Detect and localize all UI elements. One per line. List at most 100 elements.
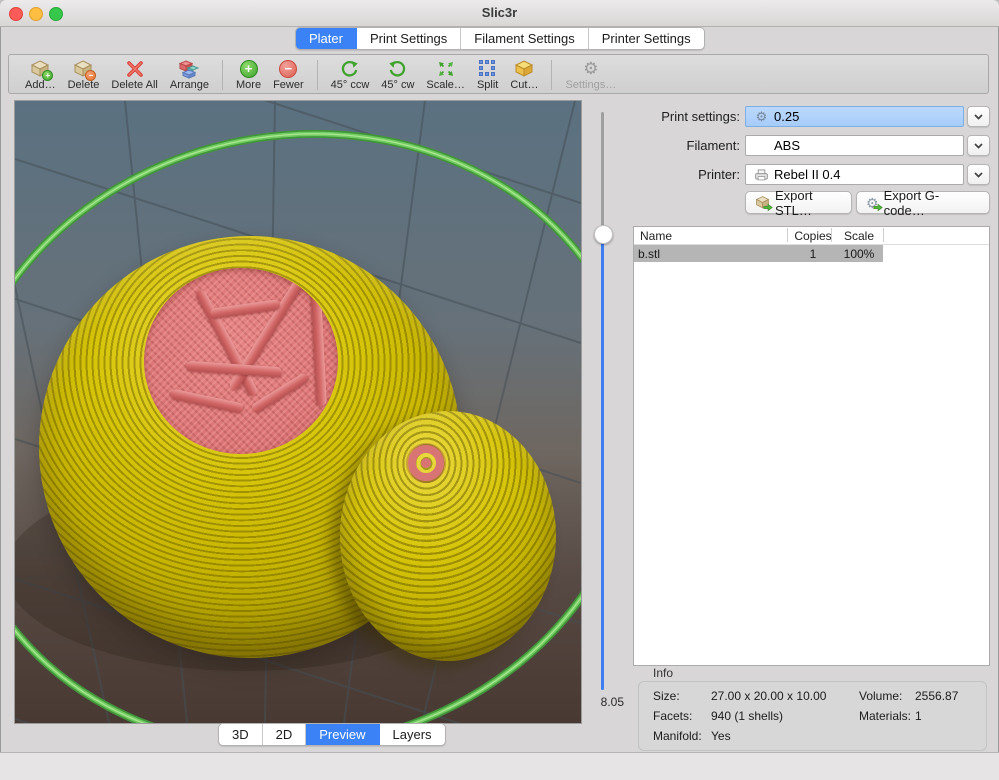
printer-dropdown-button[interactable] bbox=[967, 164, 990, 185]
export-stl-button[interactable]: Export STL… bbox=[745, 191, 852, 214]
export-gcode-icon: ⚙ bbox=[866, 196, 879, 210]
object-scale: 100% bbox=[836, 247, 882, 261]
tab-layers[interactable]: Layers bbox=[380, 724, 445, 745]
print-settings-select[interactable]: ⚙ 0.25 bbox=[745, 106, 964, 127]
title-bar: Slic3r bbox=[0, 0, 999, 27]
printer-label: Printer: bbox=[625, 167, 740, 182]
export-gcode-button[interactable]: ⚙ Export G-code… bbox=[856, 191, 990, 214]
add-button[interactable]: + Add… bbox=[25, 58, 56, 91]
tab-plater[interactable]: Plater bbox=[296, 28, 357, 49]
info-panel: Size: 27.00 x 20.00 x 10.00 Volume: 2556… bbox=[638, 681, 987, 751]
3d-preview-viewport[interactable] bbox=[14, 100, 582, 724]
column-header-scale[interactable]: Scale bbox=[836, 229, 882, 243]
gear-icon: ⚙ bbox=[754, 110, 769, 123]
tab-printer-settings[interactable]: Printer Settings bbox=[589, 28, 704, 49]
facets-value: 940 (1 shells) bbox=[711, 709, 783, 723]
arrange-label: Arrange bbox=[170, 79, 209, 91]
add-box-icon: + bbox=[30, 58, 50, 79]
facets-label: Facets: bbox=[653, 709, 692, 723]
split-button[interactable]: Split bbox=[477, 58, 498, 91]
delete-label: Delete bbox=[68, 79, 100, 91]
add-label: Add… bbox=[25, 79, 56, 91]
rotate-cw-label: 45° cw bbox=[381, 79, 414, 91]
tab-preview[interactable]: Preview bbox=[306, 724, 379, 745]
settings-button[interactable]: ⚙ Settings… bbox=[565, 58, 616, 91]
export-stl-label: Export STL… bbox=[775, 188, 842, 218]
more-button[interactable]: + More bbox=[236, 58, 261, 91]
rotate-ccw-icon bbox=[340, 58, 359, 79]
toolbar-separator bbox=[551, 60, 552, 90]
toolbar-separator bbox=[222, 60, 223, 90]
tab-filament-settings[interactable]: Filament Settings bbox=[461, 28, 588, 49]
printer-icon bbox=[754, 168, 769, 181]
object-name: b.stl bbox=[638, 247, 660, 261]
split-dots-icon bbox=[479, 58, 496, 79]
infill-strut bbox=[170, 388, 244, 413]
manifold-label: Manifold: bbox=[653, 729, 702, 743]
delete-button[interactable]: − Delete bbox=[68, 58, 100, 91]
object-row-selected[interactable]: b.stl 1 100% bbox=[634, 245, 883, 262]
volume-label: Volume: bbox=[859, 689, 902, 703]
status-bar bbox=[0, 752, 999, 780]
rotate-cw-icon bbox=[388, 58, 407, 79]
view-mode-tab-bar: 3D 2D Preview Layers bbox=[218, 723, 446, 746]
plater-toolbar: + Add… − Delete Delete All bbox=[8, 54, 989, 94]
column-header-name[interactable]: Name bbox=[640, 229, 672, 243]
green-arrow-icon bbox=[873, 203, 883, 212]
settings-label: Settings… bbox=[565, 79, 616, 91]
scale-label: Scale… bbox=[426, 79, 465, 91]
delete-all-x-icon bbox=[126, 58, 144, 79]
filament-value: ABS bbox=[774, 138, 800, 153]
main-tab-bar: Plater Print Settings Filament Settings … bbox=[295, 27, 705, 50]
green-arrow-icon bbox=[763, 203, 773, 212]
volume-value: 2556.87 bbox=[915, 689, 958, 703]
size-label: Size: bbox=[653, 689, 680, 703]
column-header-copies[interactable]: Copies bbox=[792, 229, 834, 243]
object-list-table[interactable]: Name Copies Scale b.stl 1 100% bbox=[633, 226, 990, 666]
layer-height-value: 8.05 bbox=[578, 695, 624, 709]
printer-select[interactable]: Rebel II 0.4 bbox=[745, 164, 964, 185]
materials-label: Materials: bbox=[859, 709, 911, 723]
rotate-ccw-label: 45° ccw bbox=[331, 79, 370, 91]
filament-select[interactable]: ABS bbox=[745, 135, 964, 156]
print-settings-dropdown-button[interactable] bbox=[967, 106, 990, 127]
toolbar-separator bbox=[317, 60, 318, 90]
printer-value: Rebel II 0.4 bbox=[774, 167, 841, 182]
column-divider[interactable] bbox=[787, 228, 788, 242]
infill-strut bbox=[250, 372, 310, 414]
rotate-ccw-button[interactable]: 45° ccw bbox=[331, 58, 370, 91]
settings-gear-icon: ⚙ bbox=[583, 58, 598, 79]
object-copies: 1 bbox=[792, 247, 834, 261]
column-divider[interactable] bbox=[831, 228, 832, 242]
infill-strut bbox=[210, 299, 281, 319]
delete-all-button[interactable]: Delete All bbox=[111, 58, 157, 91]
fewer-label: Fewer bbox=[273, 79, 304, 91]
more-plus-icon: + bbox=[240, 58, 258, 79]
sliced-model-small-dome[interactable] bbox=[340, 411, 556, 661]
layer-slider-thumb[interactable] bbox=[594, 225, 613, 244]
chevron-down-icon bbox=[974, 172, 983, 178]
cut-button[interactable]: Cut… bbox=[510, 58, 538, 91]
filament-dropdown-button[interactable] bbox=[967, 135, 990, 156]
delete-all-label: Delete All bbox=[111, 79, 157, 91]
tab-2d[interactable]: 2D bbox=[263, 724, 307, 745]
layer-slider-fill bbox=[601, 233, 604, 690]
infill-strut bbox=[311, 296, 327, 406]
fewer-button[interactable]: − Fewer bbox=[273, 58, 304, 91]
tab-print-settings[interactable]: Print Settings bbox=[357, 28, 461, 49]
scale-button[interactable]: Scale… bbox=[426, 58, 465, 91]
tab-3d[interactable]: 3D bbox=[219, 724, 263, 745]
infill-top-small bbox=[408, 445, 444, 481]
fewer-minus-icon: − bbox=[279, 58, 297, 79]
filament-label: Filament: bbox=[625, 138, 740, 153]
chevron-down-icon bbox=[974, 114, 983, 120]
arrange-cubes-icon bbox=[179, 58, 199, 79]
rotate-cw-button[interactable]: 45° cw bbox=[381, 58, 414, 91]
size-value: 27.00 x 20.00 x 10.00 bbox=[711, 689, 826, 703]
print-settings-label: Print settings: bbox=[625, 109, 740, 124]
chevron-down-icon bbox=[974, 143, 983, 149]
arrange-button[interactable]: Arrange bbox=[170, 58, 209, 91]
column-divider[interactable] bbox=[883, 228, 884, 242]
window-title: Slic3r bbox=[0, 5, 999, 20]
info-section-title: Info bbox=[653, 666, 673, 680]
